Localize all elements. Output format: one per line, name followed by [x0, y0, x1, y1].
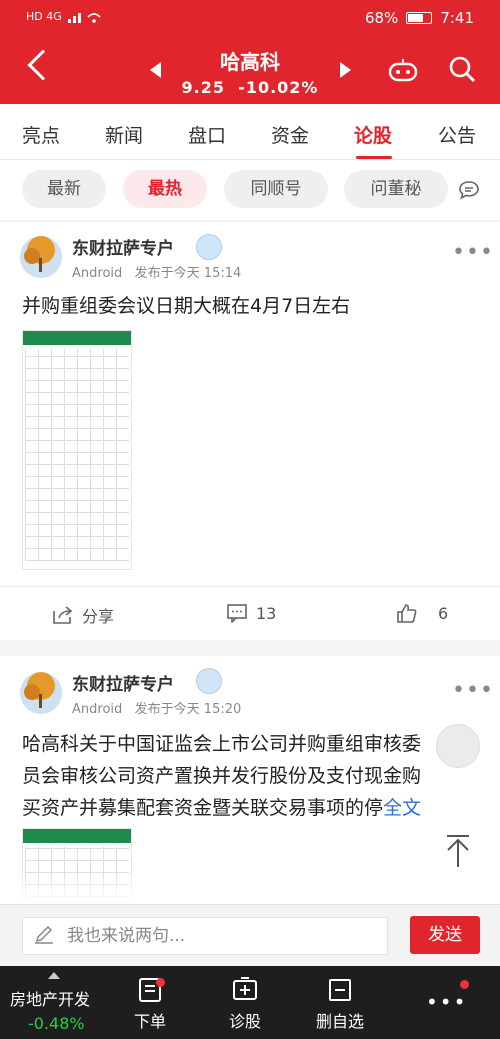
- post-card[interactable]: 东财拉萨专户 Android 发布于今天 15:14 ••• 并购重组委会议日期…: [0, 222, 500, 640]
- search-icon[interactable]: [448, 55, 476, 83]
- share-icon: [53, 606, 73, 624]
- comment-input[interactable]: 我也来说两句...: [22, 917, 388, 955]
- device-label: Android: [72, 702, 123, 717]
- section-tabs: 亮点 新闻 盘口 资金 论股 公告: [0, 104, 500, 160]
- tab-forum[interactable]: 论股: [354, 121, 392, 148]
- pencil-icon: [35, 925, 53, 944]
- read-full-link[interactable]: 全文: [383, 797, 421, 819]
- avatar[interactable]: [20, 672, 62, 714]
- chat-icon[interactable]: [458, 180, 480, 200]
- like-icon: [397, 604, 417, 623]
- filter-chips: 最新 最热 同顺号 问董秘: [0, 160, 500, 220]
- stock-change: -10.02%: [238, 78, 319, 97]
- stock-price: 9.25: [181, 78, 226, 97]
- post-meta: Android 发布于今天 15:14: [72, 262, 241, 281]
- autumn-tree-icon: [20, 672, 62, 714]
- bottom-nav: 房地产开发 -0.48% 下单 诊股 删自选 •••: [0, 966, 500, 1039]
- user-badge-icon: [196, 234, 222, 260]
- comment-count: 13: [256, 603, 277, 623]
- post-text-line: 买资产并募集配套资金暨关联交易事项的停全文: [22, 792, 482, 824]
- tab-highlights[interactable]: 亮点: [22, 121, 60, 148]
- nav-order-label: 下单: [133, 1012, 166, 1031]
- sector-change: -0.48%: [28, 1014, 85, 1033]
- post-text-line: 员会审核公司资产置换并发行股份及支付现金购: [22, 765, 422, 787]
- author-name[interactable]: 东财拉萨专户: [72, 234, 174, 259]
- tab-announcements[interactable]: 公告: [438, 121, 476, 148]
- chip-hottest[interactable]: 最热: [123, 170, 207, 208]
- like-button[interactable]: 6: [396, 603, 448, 623]
- post-text[interactable]: 哈高科关于中国证监会上市公司并购重组审核委 员会审核公司资产置换并发行股份及支付…: [22, 728, 482, 824]
- remove-favorite-icon: [329, 979, 351, 1001]
- share-button[interactable]: 分享: [52, 603, 114, 627]
- like-count: 6: [438, 603, 449, 623]
- post-actions: 分享 13 6: [0, 586, 500, 642]
- author-name[interactable]: 东财拉萨专户: [72, 670, 174, 695]
- tab-funds[interactable]: 资金: [271, 121, 309, 148]
- post-time: 发布于今天 15:20: [134, 702, 242, 717]
- battery-percent: 68%: [364, 9, 399, 27]
- nav-remove-favorite[interactable]: 删自选: [310, 976, 370, 1032]
- tab-news[interactable]: 新闻: [105, 121, 143, 148]
- status-bar: HD 4G 68% 7:41: [0, 0, 500, 36]
- header-bar: HD 4G 68% 7:41 哈高科 9.25 -10.02%: [0, 0, 500, 104]
- post-meta: Android 发布于今天 15:20: [72, 698, 241, 717]
- autumn-tree-icon: [20, 236, 62, 278]
- post-card[interactable]: 东财拉萨专户 Android 发布于今天 15:20 ••• 哈高科关于中国证监…: [0, 656, 500, 918]
- signal-indicators: HD 4G: [26, 10, 108, 23]
- chip-tonghuashun[interactable]: 同顺号: [224, 170, 328, 208]
- robot-icon[interactable]: [388, 58, 418, 82]
- nav-order[interactable]: 下单: [128, 976, 172, 1032]
- content-fade: [0, 870, 500, 904]
- sector-info[interactable]: 房地产开发 -0.48%: [10, 972, 100, 1033]
- post-time: 发布于今天 15:14: [134, 266, 242, 281]
- clock: 7:41: [440, 9, 474, 27]
- chip-latest[interactable]: 最新: [22, 170, 106, 208]
- assistant-float-button[interactable]: [436, 724, 480, 768]
- back-to-top-icon[interactable]: [446, 834, 470, 868]
- user-badge-icon: [196, 668, 222, 694]
- device-label: Android: [72, 266, 123, 281]
- nav-remove-favorite-label: 删自选: [315, 1012, 364, 1031]
- network-label: HD 4G: [26, 10, 62, 23]
- sector-name: 房地产开发: [10, 990, 91, 1009]
- status-right: 68% 7:41: [365, 9, 474, 27]
- diagnose-icon: [233, 977, 257, 1000]
- tab-orderbook[interactable]: 盘口: [188, 121, 226, 148]
- nav-diagnose-label: 诊股: [228, 1012, 261, 1031]
- notification-dot: [460, 980, 469, 989]
- post-text[interactable]: 并购重组委会议日期大概在4月7日左右: [22, 290, 350, 322]
- battery-icon: [406, 12, 433, 24]
- stock-quote: 9.25 -10.02%: [0, 78, 500, 97]
- more-dots-icon[interactable]: •••: [452, 678, 494, 703]
- active-tab-indicator: [356, 156, 392, 159]
- comment-button[interactable]: 13: [226, 603, 276, 623]
- post-text-line: 哈高科关于中国证监会上市公司并购重组审核委: [22, 733, 422, 755]
- notification-dot: [156, 978, 165, 987]
- avatar[interactable]: [20, 236, 62, 278]
- post-text-tail: 买资产并募集配套资金暨关联交易事项的停: [22, 797, 384, 819]
- comment-icon: [227, 604, 247, 623]
- post-image[interactable]: [22, 330, 132, 570]
- signal-wifi-icon: [67, 12, 101, 23]
- chip-ask-secretary[interactable]: 问董秘: [344, 170, 448, 208]
- nav-diagnose[interactable]: 诊股: [222, 976, 268, 1032]
- expand-up-icon: [48, 972, 60, 979]
- more-dots-icon[interactable]: •••: [452, 240, 494, 265]
- share-label: 分享: [82, 607, 115, 626]
- stock-name: 哈高科: [220, 50, 280, 74]
- send-button[interactable]: 发送: [410, 916, 480, 954]
- more-dots-icon[interactable]: •••: [426, 990, 466, 1014]
